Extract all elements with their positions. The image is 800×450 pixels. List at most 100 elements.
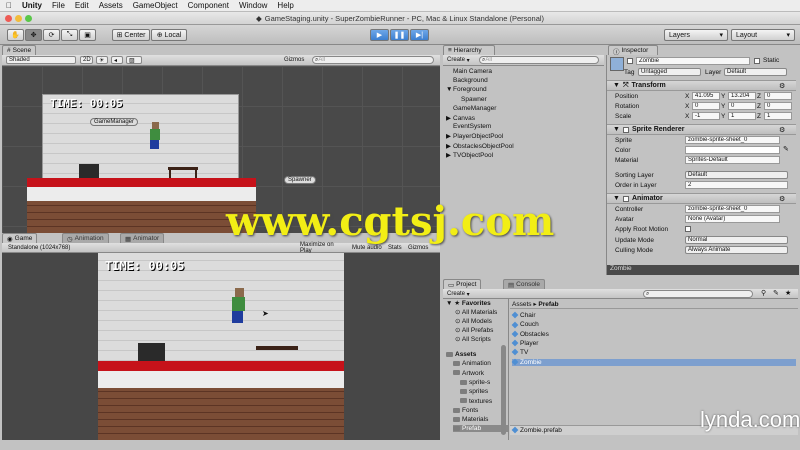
hierarchy-create-button[interactable]: Create ▾ <box>445 56 473 64</box>
expand-arrow-icon[interactable]: ▶ <box>446 142 453 150</box>
object-name-field[interactable]: Zombie <box>636 57 750 65</box>
favorite-search-item[interactable]: ⊙ All Prefabs <box>455 326 493 334</box>
tree-scrollbar[interactable] <box>501 345 506 435</box>
pos-z-field[interactable]: 0 <box>764 92 792 100</box>
hierarchy-item[interactable]: ▶ PlayerObjectPool <box>446 132 503 140</box>
close-window-button[interactable] <box>5 15 12 22</box>
tab-inspector[interactable]: ⓘ Inspector <box>608 45 658 56</box>
game-view[interactable]: TIME: 00:05 ➤ <box>2 253 440 440</box>
hierarchy-item[interactable]: Main Camera <box>446 68 492 75</box>
asset-item[interactable]: TV <box>511 349 528 356</box>
folder-tree-item[interactable]: Animation <box>453 360 491 367</box>
preview-bar[interactable]: Zombie <box>607 265 799 275</box>
tab-scene[interactable]: # Scene <box>2 45 37 55</box>
pos-x-field[interactable]: 41.095 <box>692 92 720 100</box>
rot-z-field[interactable]: 0 <box>764 102 792 110</box>
layout-dropdown[interactable]: Layout ▾ <box>731 29 795 41</box>
folder-tree-item[interactable]: Fonts <box>453 407 478 414</box>
controller-field[interactable]: zombie-sprite-sheet_0 <box>685 205 780 213</box>
folder-tree-item[interactable]: Artwork <box>453 370 484 377</box>
avatar-field[interactable]: None (Avatar) <box>685 215 780 223</box>
stats-toggle[interactable]: Stats <box>386 244 404 252</box>
audio-toggle[interactable]: ◂ <box>111 56 123 64</box>
step-button[interactable]: ▶| <box>410 29 429 41</box>
menu-gameobject[interactable]: GameObject <box>133 1 178 10</box>
folder-tree-item[interactable]: sprite-s <box>460 379 490 386</box>
asset-item[interactable]: Obstacles <box>511 330 549 338</box>
expand-arrow-icon[interactable]: ▶ <box>446 132 453 140</box>
hand-tool-button[interactable]: ✋ <box>7 29 24 41</box>
static-checkbox[interactable] <box>754 58 760 64</box>
pivot-local-button[interactable]: ⊕ Local <box>151 29 187 41</box>
expand-arrow-icon[interactable]: ▼ <box>446 86 453 93</box>
gear-icon[interactable]: ⚙ <box>779 126 785 134</box>
update-mode-dropdown[interactable]: Normal <box>685 236 788 244</box>
rot-y-field[interactable]: 0 <box>728 102 756 110</box>
menu-app[interactable]: Unity <box>22 1 42 10</box>
material-field[interactable]: Sprites-Default <box>685 156 780 164</box>
rot-x-field[interactable]: 0 <box>692 102 720 110</box>
spawner-gizmo-label[interactable]: Spawner <box>284 176 316 184</box>
menu-help[interactable]: Help <box>277 1 293 10</box>
gizmos-dropdown[interactable]: Gizmos <box>282 56 308 64</box>
favorites-header[interactable]: ▼ ★ Favorites <box>446 299 491 307</box>
favorite-search-item[interactable]: ⊙ All Scripts <box>455 335 491 343</box>
hierarchy-item[interactable]: Spawner <box>454 96 487 103</box>
project-search-input[interactable]: ⌕ <box>643 290 753 298</box>
sprite-renderer-enabled-checkbox[interactable] <box>622 126 629 133</box>
filter-by-label-icon[interactable]: ✎ <box>773 289 779 297</box>
2d-toggle[interactable]: 2D <box>80 56 93 64</box>
scl-x-field[interactable]: -1 <box>692 112 720 120</box>
transform-header[interactable]: ▼ ⤧ Transform <box>607 80 796 91</box>
pause-button[interactable]: ❚❚ <box>390 29 409 41</box>
table-sprite[interactable] <box>168 167 198 180</box>
menu-edit[interactable]: Edit <box>75 1 89 10</box>
menu-file[interactable]: File <box>52 1 65 10</box>
apple-icon[interactable]:  <box>6 1 12 10</box>
tag-dropdown[interactable]: Untagged <box>638 68 701 76</box>
folder-tree-item[interactable]: Assets <box>446 351 476 358</box>
sorting-layer-dropdown[interactable]: Default <box>685 171 788 179</box>
mute-audio-toggle[interactable]: Mute audio <box>350 244 384 252</box>
asset-item[interactable]: Chair <box>511 311 536 319</box>
tab-game[interactable]: ◉ Game <box>2 233 38 243</box>
asset-item[interactable]: Zombie <box>511 358 796 366</box>
rotate-tool-button[interactable]: ⟳ <box>43 29 60 41</box>
gear-icon[interactable]: ⚙ <box>779 195 785 203</box>
favorite-search-item[interactable]: ⊙ All Materials <box>455 308 497 316</box>
culling-mode-dropdown[interactable]: Always Animate <box>685 246 788 254</box>
menu-assets[interactable]: Assets <box>99 1 123 10</box>
hierarchy-item[interactable]: ▶ TVObjectPool <box>446 151 493 159</box>
gamemanager-gizmo-label[interactable]: GameManager <box>90 118 139 126</box>
hierarchy-search-input[interactable]: ⌕ All <box>479 56 599 64</box>
pos-y-field[interactable]: 13.204 <box>728 92 756 100</box>
breadcrumb-assets[interactable]: Assets <box>512 301 532 308</box>
tab-console[interactable]: ▤ Console <box>503 279 546 289</box>
zombie-sprite[interactable] <box>150 122 160 152</box>
menu-window[interactable]: Window <box>239 1 267 10</box>
tab-animation[interactable]: ◷ Animation <box>62 233 109 243</box>
hierarchy-item[interactable]: EventSystem <box>446 123 491 130</box>
hierarchy-item[interactable]: ▼Foreground <box>446 86 487 93</box>
color-field[interactable] <box>685 146 780 154</box>
effects-dropdown[interactable]: ▨ <box>126 56 142 64</box>
shading-dropdown[interactable]: Shaded <box>6 56 76 64</box>
project-create-button[interactable]: Create ▾ <box>445 290 473 298</box>
expand-arrow-icon[interactable]: ▶ <box>446 151 453 159</box>
filter-by-type-icon[interactable]: ⚲ <box>761 289 766 297</box>
scl-y-field[interactable]: 1 <box>728 112 756 120</box>
gear-icon[interactable]: ⚙ <box>779 82 785 90</box>
tab-animator[interactable]: ▦ Animator <box>120 233 165 243</box>
expand-arrow-icon[interactable]: ▶ <box>446 114 453 122</box>
tab-project[interactable]: ▭ Project <box>443 279 482 289</box>
scale-tool-button[interactable]: ⤡ <box>61 29 78 41</box>
folder-tree-item[interactable]: textures <box>460 398 492 405</box>
lighting-toggle[interactable]: ☀ <box>96 56 108 64</box>
menu-component[interactable]: Component <box>188 1 229 10</box>
pivot-center-button[interactable]: ⊞ Center <box>112 29 150 41</box>
animator-header[interactable]: ▼ Animator <box>607 193 796 204</box>
active-checkbox[interactable] <box>627 58 633 64</box>
sprite-field[interactable]: zombie-sprite-sheet_0 <box>685 136 780 144</box>
folder-tree-item[interactable]: sprites <box>460 388 488 395</box>
scl-z-field[interactable]: 1 <box>764 112 792 120</box>
